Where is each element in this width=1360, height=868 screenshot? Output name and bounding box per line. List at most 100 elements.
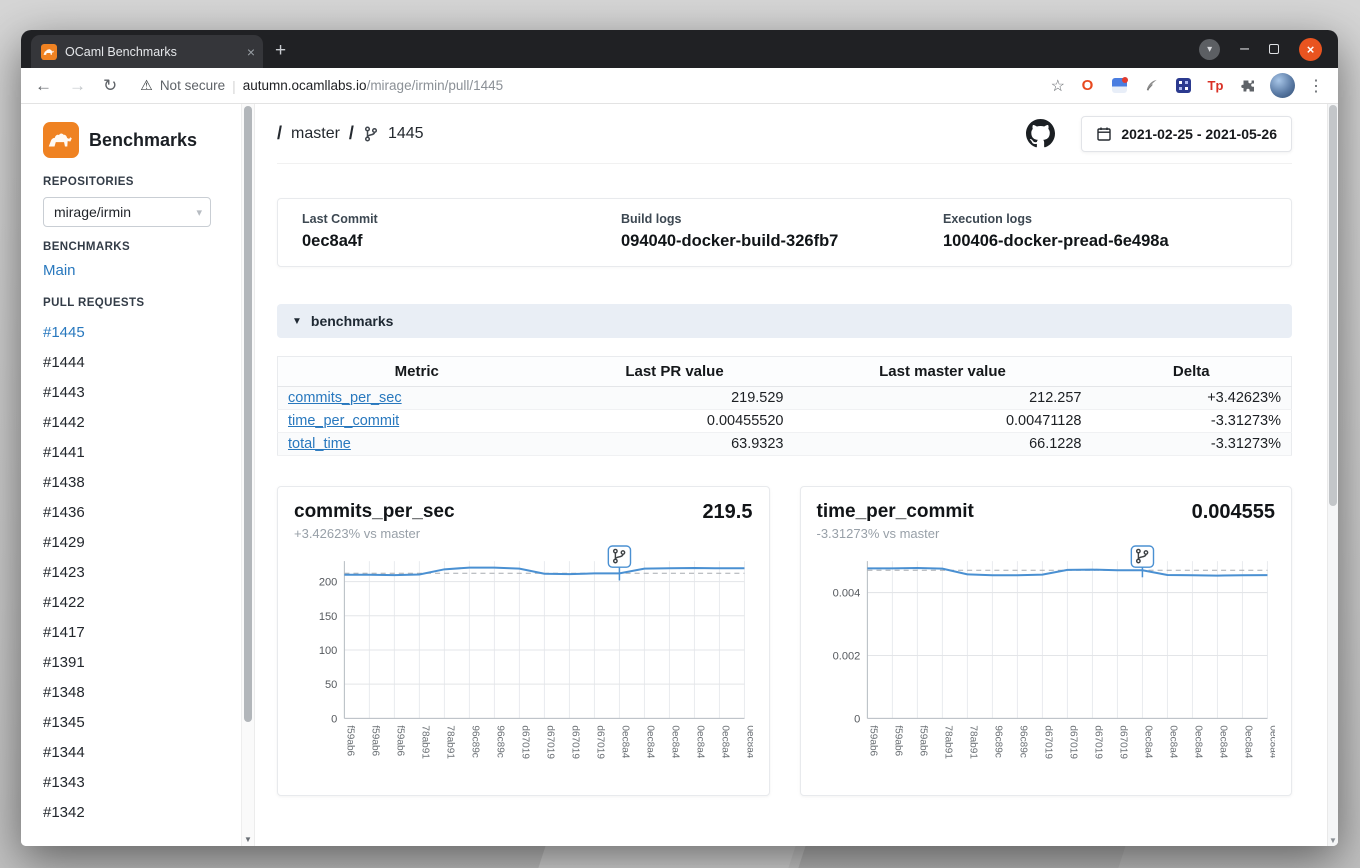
col-header-pr-value: Last PR value <box>556 357 794 387</box>
svg-text:f59ab6: f59ab6 <box>867 725 878 756</box>
extension-blue-glyph <box>1112 78 1127 93</box>
bookmark-star-icon[interactable]: ☆ <box>1051 76 1065 96</box>
charts-row: commits_per_sec+3.42623% vs master219.50… <box>277 486 1292 796</box>
sidebar-item-pr-1391[interactable]: #1391 <box>43 648 226 678</box>
execution-logs-value: 100406-docker-pread-6e498a <box>943 232 1169 251</box>
site-favicon-icon <box>41 44 57 60</box>
sidebar-item-pr-1441[interactable]: #1441 <box>43 438 226 468</box>
maximize-icon <box>1269 44 1279 54</box>
pull-requests-label: PULL REQUESTS <box>43 297 226 309</box>
last-commit-label: Last Commit <box>302 212 621 226</box>
maximize-button[interactable] <box>1269 44 1279 54</box>
sidebar-item-pr-1438[interactable]: #1438 <box>43 468 226 498</box>
repository-selected-value: mirage/irmin <box>54 204 131 220</box>
back-button[interactable]: ← <box>35 77 52 94</box>
sidebar-item-pr-1445[interactable]: #1445 <box>43 318 226 348</box>
metric-link[interactable]: time_per_commit <box>288 413 399 429</box>
profile-avatar[interactable] <box>1270 73 1295 98</box>
benchmarks-section-header[interactable]: ▼ benchmarks <box>277 304 1292 338</box>
extension-icon-blue[interactable] <box>1110 76 1129 95</box>
new-tab-button[interactable]: + <box>275 40 286 62</box>
date-range-picker[interactable]: 2021-02-25 - 2021-05-26 <box>1081 116 1292 152</box>
sidebar-item-pr-1423[interactable]: #1423 <box>43 558 226 588</box>
github-icon[interactable] <box>1026 119 1055 148</box>
window-close-button[interactable]: × <box>1299 38 1322 61</box>
svg-text:0: 0 <box>854 713 860 725</box>
chart-plot-time_per_commit[interactable]: 00.0020.004f59ab6f59ab6f59ab678ab9178ab9… <box>817 545 1276 787</box>
benchmarks-table-body: commits_per_sec219.529212.257+3.42623%ti… <box>278 387 1292 456</box>
sidebar-item-pr-1443[interactable]: #1443 <box>43 378 226 408</box>
extensions-puzzle-icon[interactable] <box>1238 76 1257 95</box>
svg-text:f59ab6: f59ab6 <box>344 725 355 756</box>
execution-logs-label: Execution logs <box>943 212 1169 226</box>
delta-cell: -3.31273% <box>1092 410 1292 433</box>
forward-button[interactable]: → <box>69 77 86 94</box>
minimize-button[interactable]: – <box>1240 41 1249 57</box>
sidebar-item-pr-1348[interactable]: #1348 <box>43 678 226 708</box>
chart-plot-commits_per_sec[interactable]: 050100150200f59ab6f59ab6f59ab678ab9178ab… <box>294 545 753 787</box>
tab-title: OCaml Benchmarks <box>65 45 239 59</box>
sidebar-scrollbar-thumb[interactable] <box>244 106 252 722</box>
benchmarks-section-title: benchmarks <box>311 313 393 329</box>
page-scrollbar[interactable]: ▼ <box>1327 104 1338 846</box>
browser-tab[interactable]: OCaml Benchmarks × <box>31 35 263 68</box>
url-host: autumn.ocamllabs.io <box>243 78 367 93</box>
repository-select[interactable]: mirage/irmin ▾ <box>43 197 211 227</box>
page-scroll-down-icon[interactable]: ▼ <box>1328 836 1338 845</box>
svg-text:0ec8a4: 0ec8a4 <box>1142 725 1153 758</box>
pull-request-list: #1445#1444#1443#1442#1441#1438#1436#1429… <box>43 318 226 828</box>
address-bar[interactable]: ⚠ Not secure | autumn.ocamllabs.io/mirag… <box>140 77 1033 94</box>
sidebar-scrollbar[interactable]: ▼ <box>241 104 254 846</box>
svg-text:f59ab6: f59ab6 <box>369 725 380 756</box>
extension-icon-o[interactable]: O <box>1078 76 1097 95</box>
svg-text:f59ab6: f59ab6 <box>394 725 405 756</box>
breadcrumb-pr-number[interactable]: 1445 <box>388 125 424 143</box>
extension-icon-tp[interactable]: Tp <box>1206 76 1225 95</box>
tab-search-button[interactable]: ▾ <box>1199 39 1220 60</box>
browser-window: OCaml Benchmarks × + ▾ – × ← → ↻ ⚠ Not s… <box>21 30 1338 846</box>
sidebar-item-pr-1417[interactable]: #1417 <box>43 618 226 648</box>
metric-link[interactable]: commits_per_sec <box>288 390 402 406</box>
svg-text:0.002: 0.002 <box>832 650 860 662</box>
svg-text:150: 150 <box>319 611 337 623</box>
svg-text:78ab91: 78ab91 <box>942 725 953 759</box>
sidebar-item-pr-1422[interactable]: #1422 <box>43 588 226 618</box>
breadcrumb: / master / 1445 <box>277 123 424 144</box>
sidebar-item-pr-1342[interactable]: #1342 <box>43 798 226 828</box>
header-right: 2021-02-25 - 2021-05-26 <box>1026 116 1292 152</box>
sidebar-item-pr-1444[interactable]: #1444 <box>43 348 226 378</box>
svg-text:d67019: d67019 <box>544 725 555 759</box>
window-controls: ▾ – × <box>1199 30 1338 68</box>
sidebar-item-pr-1344[interactable]: #1344 <box>43 738 226 768</box>
svg-text:d67019: d67019 <box>569 725 580 759</box>
page-scrollbar-thumb[interactable] <box>1329 105 1337 506</box>
extension-icon-pixel[interactable] <box>1174 76 1193 95</box>
svg-text:0ec8a4: 0ec8a4 <box>1167 725 1178 758</box>
browser-menu-icon[interactable]: ⋮ <box>1308 76 1324 96</box>
select-caret-icon: ▾ <box>196 206 202 219</box>
master-value-cell: 0.00471128 <box>794 410 1092 433</box>
sidebar-item-pr-1345[interactable]: #1345 <box>43 708 226 738</box>
reload-button[interactable]: ↻ <box>103 77 117 94</box>
pr-value-cell: 0.00455520 <box>556 410 794 433</box>
breadcrumb-branch[interactable]: master <box>291 125 340 143</box>
sidebar-item-pr-1436[interactable]: #1436 <box>43 498 226 528</box>
svg-text:d67019: d67019 <box>594 725 605 759</box>
sidebar-item-main[interactable]: Main <box>43 262 226 279</box>
sidebar-item-pr-1343[interactable]: #1343 <box>43 768 226 798</box>
page-content: Benchmarks REPOSITORIES mirage/irmin ▾ B… <box>21 104 1338 846</box>
svg-text:0ec8a4: 0ec8a4 <box>744 725 752 758</box>
svg-text:96c89c: 96c89c <box>1017 725 1028 757</box>
metric-link[interactable]: total_time <box>288 436 351 452</box>
extension-icon-feather[interactable] <box>1142 76 1161 95</box>
chart-subtitle: -3.31273% vs master <box>817 526 974 541</box>
sidebar-scroll-down-icon[interactable]: ▼ <box>242 835 254 844</box>
tab-close-icon[interactable]: × <box>247 44 255 60</box>
desktop-background: OCaml Benchmarks × + ▾ – × ← → ↻ ⚠ Not s… <box>0 0 1360 868</box>
chart-current-value: 219.5 <box>702 501 752 524</box>
date-range-value: 2021-02-25 - 2021-05-26 <box>1121 126 1277 142</box>
sidebar-item-pr-1429[interactable]: #1429 <box>43 528 226 558</box>
sidebar: Benchmarks REPOSITORIES mirage/irmin ▾ B… <box>21 104 255 846</box>
tab-search-caret-icon: ▾ <box>1207 44 1212 55</box>
sidebar-item-pr-1442[interactable]: #1442 <box>43 408 226 438</box>
